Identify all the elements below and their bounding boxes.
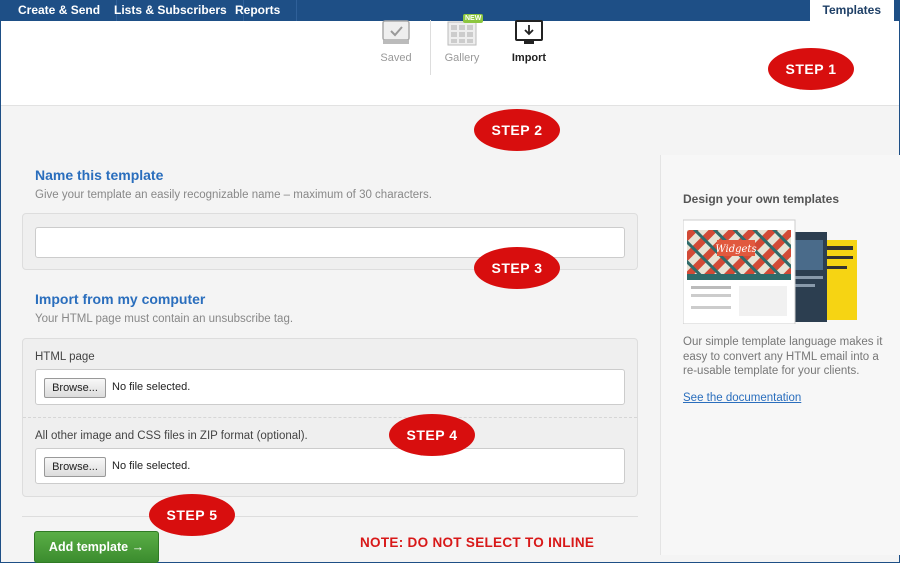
step-5-callout: STEP 5 [149,494,235,536]
documentation-link[interactable]: See the documentation [683,392,801,404]
sidebar-title: Design your own templates [683,192,840,206]
html-browse-button[interactable]: Browse... [44,378,106,398]
import-section-description: Your HTML page must contain an unsubscri… [35,313,294,325]
monitor-download-icon [514,20,544,46]
step-2-label: STEP 2 [491,122,543,138]
grid-icon: NEW [447,14,484,46]
zip-file-input: Browse... No file selected. [35,448,625,484]
field-divider [23,417,637,418]
zip-browse-button[interactable]: Browse... [44,457,106,477]
saved-button[interactable]: Saved [366,20,426,64]
step-3-callout: STEP 3 [474,247,560,289]
step-1-callout: STEP 1 [768,48,854,90]
add-template-button[interactable]: Add template → [34,531,159,563]
zip-file-status: No file selected. [112,460,191,472]
preview-heading: Widgets [715,244,756,255]
step-2-callout: STEP 2 [474,109,560,151]
step-5-label: STEP 5 [166,507,218,523]
zip-files-label: All other image and CSS files in ZIP for… [35,430,308,442]
top-navigation: Create & Send Lists & Subscribers Report… [0,0,900,21]
html-file-input: Browse... No file selected. [35,369,625,405]
sidebar-description: Our simple template language makes it ea… [683,336,883,377]
import-label: Import [511,52,547,64]
step-4-label: STEP 4 [406,427,458,443]
import-section-title: Import from my computer [35,291,206,307]
name-section-title: Name this template [35,167,164,183]
name-section-description: Give your template an easily recognizabl… [35,189,432,201]
tab-templates[interactable]: Templates [809,0,894,21]
step-1-label: STEP 1 [785,61,837,77]
step-3-label: STEP 3 [491,260,543,276]
html-file-status: No file selected. [112,381,191,393]
form-divider [22,516,638,517]
gallery-label: Gallery [444,52,480,64]
gallery-button[interactable]: NEW Gallery [432,14,492,64]
import-button[interactable]: Import [499,20,559,64]
monitor-check-icon [381,20,411,46]
nav-reports[interactable]: Reports [219,0,298,21]
separator [430,20,431,75]
template-preview-image: Widgets [682,216,863,325]
inline-warning-note: NOTE: DO NOT SELECT TO INLINE [360,535,595,550]
saved-label: Saved [380,52,412,64]
step-4-callout: STEP 4 [389,414,475,456]
new-badge: NEW [463,14,484,23]
html-page-label: HTML page [35,351,95,363]
